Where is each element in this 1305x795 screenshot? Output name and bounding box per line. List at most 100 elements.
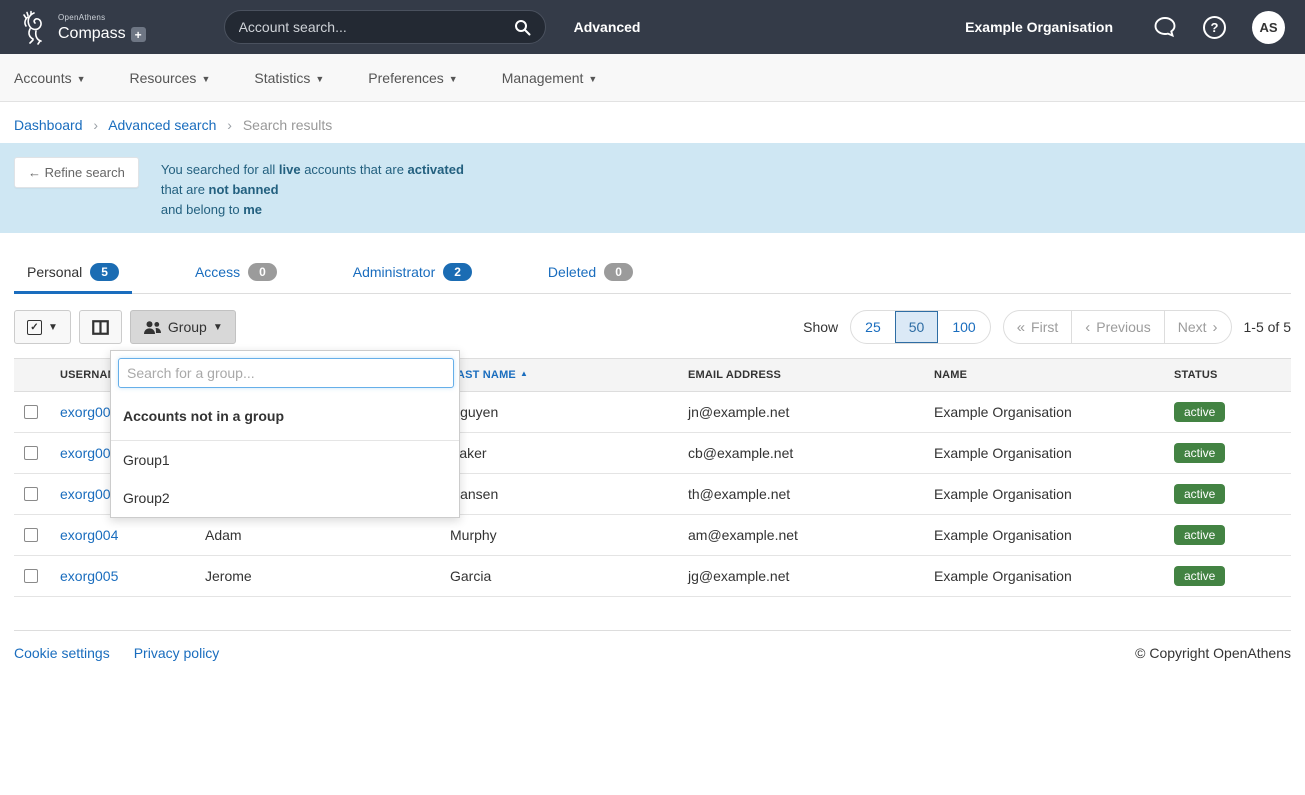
dropdown-item-no-group[interactable]: Accounts not in a group (111, 395, 459, 440)
count-badge: 2 (443, 263, 472, 281)
results-toolbar: ✓▼ Group ▼ Show (14, 310, 1291, 344)
refine-term: me (243, 202, 262, 217)
group-dropdown-panel: Accounts not in a group Group1 Group2 (110, 350, 460, 518)
dropdown-item-group1[interactable]: Group1 (111, 441, 459, 479)
status-badge: active (1174, 402, 1225, 422)
refine-term: activated (408, 162, 464, 177)
advanced-search-link[interactable]: Advanced (574, 19, 641, 35)
chevron-down-icon: ▼ (449, 74, 458, 84)
breadcrumb-dashboard[interactable]: Dashboard (14, 117, 83, 133)
summary-line-1: You searched for all live accounts that … (161, 160, 464, 180)
chevron-down-icon: ▼ (315, 74, 324, 84)
table-row: exorg005 Jerome Garcia jg@example.net Ex… (14, 556, 1291, 597)
select-all-dropdown-button[interactable]: ✓▼ (14, 310, 71, 344)
chevron-down-icon: ▼ (201, 74, 210, 84)
page-size-100[interactable]: 100 (938, 311, 989, 343)
column-name[interactable]: NAME (924, 359, 1164, 392)
tab-deleted[interactable]: Deleted0 (535, 257, 646, 294)
pagination-first[interactable]: «First (1004, 311, 1072, 343)
pagination: «First ‹Previous Next› (1003, 310, 1232, 344)
page-size-50[interactable]: 50 (895, 311, 939, 343)
email-cell: th@example.net (678, 474, 924, 515)
main-nav: Accounts▼ Resources▼ Statistics▼ Prefere… (0, 54, 1305, 102)
search-icon[interactable] (514, 19, 531, 36)
org-name-cell: Example Organisation (924, 515, 1164, 556)
org-name-cell: Example Organisation (924, 392, 1164, 433)
columns-icon (92, 320, 109, 335)
last-name-cell: Nguyen (440, 392, 678, 433)
cookie-settings-link[interactable]: Cookie settings (14, 645, 110, 661)
org-name-cell: Example Organisation (924, 474, 1164, 515)
page-size-25[interactable]: 25 (851, 311, 895, 343)
refine-search-button[interactable]: ← Refine search (14, 157, 139, 188)
last-name-cell: Murphy (440, 515, 678, 556)
results-range-label: 1-5 of 5 (1244, 319, 1291, 335)
privacy-policy-link[interactable]: Privacy policy (134, 645, 220, 661)
columns-button[interactable] (79, 310, 122, 344)
page-size-selector: 25 50 100 (850, 310, 991, 344)
help-icon[interactable]: ? (1203, 16, 1226, 39)
account-search-input[interactable] (239, 19, 514, 35)
account-type-tabs: Personal5 Access0 Administrator2 Deleted… (14, 257, 1291, 294)
summary-line-3: and belong to me (161, 200, 464, 220)
chevron-down-icon: ▼ (48, 322, 58, 333)
messages-icon[interactable] (1153, 16, 1177, 38)
last-name-cell: Hansen (440, 474, 678, 515)
tab-personal[interactable]: Personal5 (14, 257, 132, 294)
nav-preferences[interactable]: Preferences▼ (368, 70, 457, 86)
organisation-name: Example Organisation (965, 19, 1113, 35)
sort-ascending-icon: ▲ (520, 369, 528, 378)
column-email[interactable]: EMAIL ADDRESS (678, 359, 924, 392)
brand-plus-icon: + (131, 27, 146, 42)
pagination-next[interactable]: Next› (1164, 311, 1231, 343)
column-last-name[interactable]: LAST NAME▲ (440, 359, 678, 392)
chevron-right-icon: › (93, 117, 98, 133)
nav-accounts[interactable]: Accounts▼ (14, 70, 86, 86)
dropdown-item-group2[interactable]: Group2 (111, 479, 459, 517)
refine-term: live (279, 162, 301, 177)
tab-access[interactable]: Access0 (182, 257, 290, 294)
show-label: Show (803, 319, 838, 335)
tab-administrator[interactable]: Administrator2 (340, 257, 485, 294)
checkbox-icon: ✓ (27, 320, 42, 335)
last-name-cell: Garcia (440, 556, 678, 597)
double-chevron-left-icon: « (1017, 319, 1025, 336)
chevron-down-icon: ▼ (588, 74, 597, 84)
pagination-previous[interactable]: ‹Previous (1071, 311, 1163, 343)
column-status[interactable]: STATUS (1164, 359, 1291, 392)
nav-management[interactable]: Management▼ (502, 70, 598, 86)
chevron-right-icon: › (227, 117, 232, 133)
breadcrumb: Dashboard › Advanced search › Search res… (0, 102, 1305, 143)
first-name-cell: Adam (195, 515, 440, 556)
row-checkbox[interactable] (24, 569, 38, 583)
nav-resources[interactable]: Resources▼ (130, 70, 211, 86)
org-name-cell: Example Organisation (924, 433, 1164, 474)
row-checkbox[interactable] (24, 528, 38, 542)
count-badge: 0 (604, 263, 633, 281)
row-checkbox[interactable] (24, 405, 38, 419)
username-link[interactable]: exorg004 (60, 527, 118, 543)
count-badge: 0 (248, 263, 277, 281)
username-link[interactable]: exorg005 (60, 568, 118, 584)
group-search-input[interactable] (118, 358, 454, 388)
chevron-down-icon: ▼ (213, 322, 223, 333)
chevron-left-icon: ‹ (1085, 319, 1090, 336)
breadcrumb-advanced-search[interactable]: Advanced search (108, 117, 216, 133)
brand-logo[interactable]: OpenAthensCompass+ (20, 9, 146, 45)
group-dropdown-button[interactable]: Group ▼ (130, 310, 236, 344)
user-avatar[interactable]: AS (1252, 11, 1285, 44)
chevron-right-icon: › (1213, 319, 1218, 336)
checkbox-column-header (14, 359, 50, 392)
row-checkbox[interactable] (24, 446, 38, 460)
first-name-cell: Jerome (195, 556, 440, 597)
org-name-cell: Example Organisation (924, 556, 1164, 597)
nav-statistics[interactable]: Statistics▼ (254, 70, 324, 86)
summary-line-2: that are not banned (161, 180, 464, 200)
status-badge: active (1174, 566, 1225, 586)
status-badge: active (1174, 525, 1225, 545)
refine-term: not banned (209, 182, 279, 197)
page: OpenAthensCompass+ Advanced Example Orga… (0, 0, 1305, 795)
copyright-label: © Copyright OpenAthens (1135, 645, 1291, 661)
top-header: OpenAthensCompass+ Advanced Example Orga… (0, 0, 1305, 54)
row-checkbox[interactable] (24, 487, 38, 501)
